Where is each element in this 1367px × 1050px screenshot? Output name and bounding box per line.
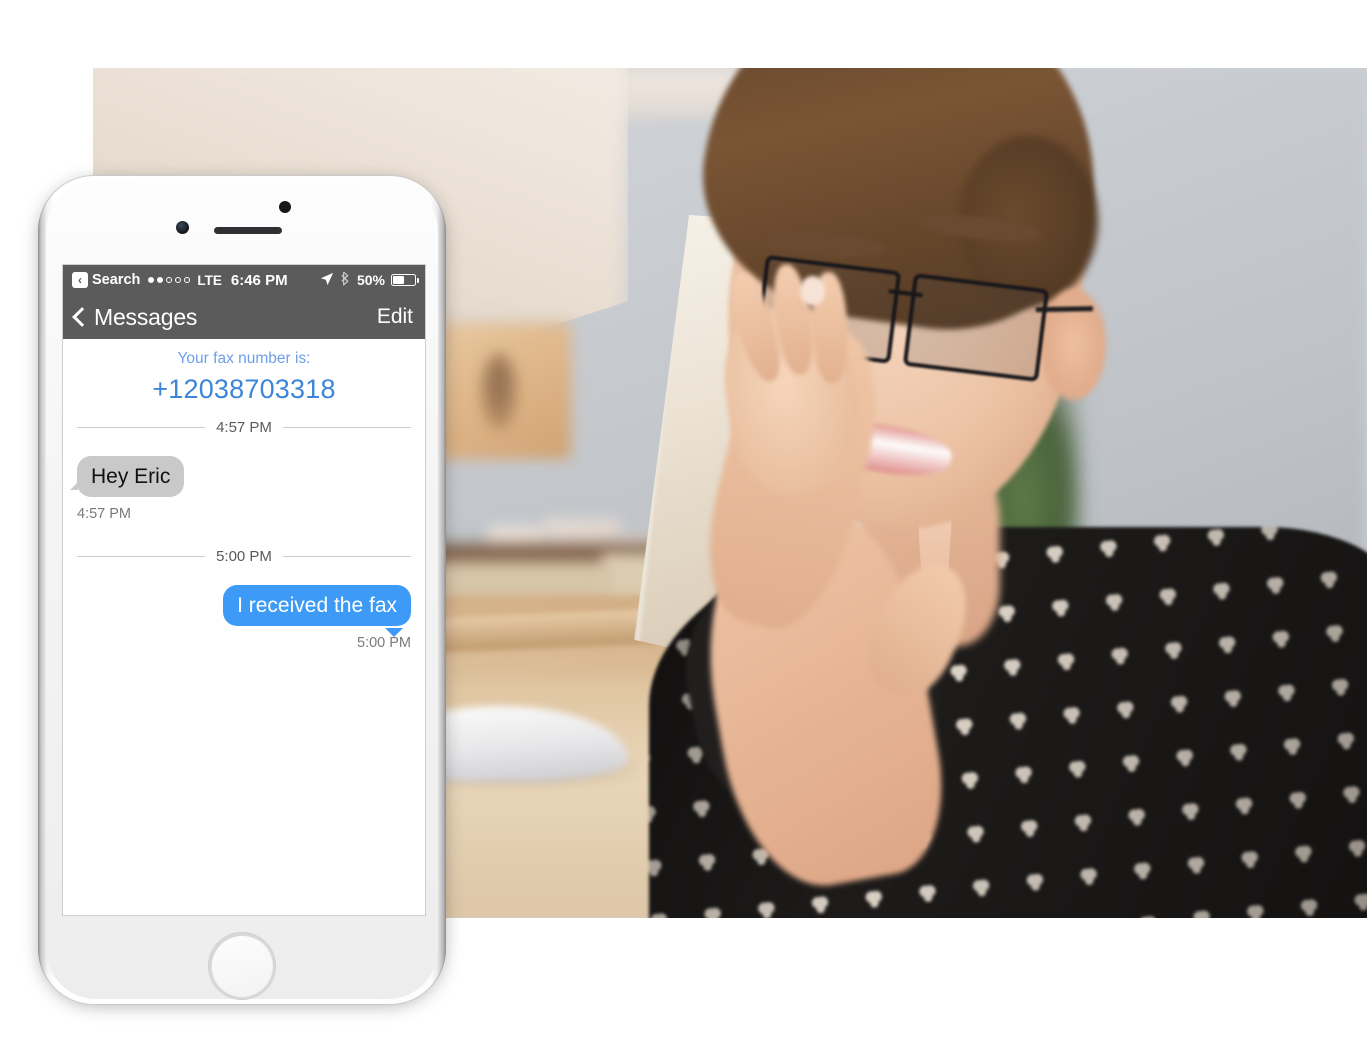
lens-right <box>902 273 1050 383</box>
wall-picture-frame-1 <box>430 323 571 459</box>
message-timestamp: 5:00 PM <box>357 635 411 652</box>
status-back-icon[interactable]: ‹ <box>72 272 88 288</box>
back-to-messages-button[interactable]: Messages <box>72 303 198 331</box>
message-row-outgoing: I received the fax <box>77 585 411 638</box>
front-camera-icon <box>176 221 189 234</box>
smartphone-mockup: ‹ Search LTE 6:46 PM 50% Messages Edit Y… <box>38 175 446 1005</box>
status-time: 6:46 PM <box>230 271 288 289</box>
divider-time: 4:57 PM <box>216 419 272 436</box>
bluetooth-icon <box>340 271 351 289</box>
phone-screen: ‹ Search LTE 6:46 PM 50% Messages Edit Y… <box>63 265 425 915</box>
proximity-sensor-icon <box>279 201 291 213</box>
edit-button[interactable]: Edit <box>377 305 413 329</box>
nav-bar: Messages Edit <box>63 295 425 339</box>
chevron-left-icon <box>72 307 92 327</box>
fax-number-label: Your fax number is: <box>177 350 311 367</box>
divider-line-left <box>77 556 206 558</box>
message-bubble[interactable]: I received the fax <box>223 585 411 638</box>
status-network-label: LTE <box>197 272 222 288</box>
fax-number-value[interactable]: +12038703318 <box>77 374 411 405</box>
time-divider: 4:57 PM <box>77 419 411 436</box>
divider-line-right <box>282 556 411 558</box>
battery-percent-label: 50% <box>356 272 385 288</box>
divider-line-left <box>77 427 206 428</box>
fingernail <box>800 276 825 306</box>
time-divider: 5:00 PM <box>77 548 411 565</box>
status-bar: ‹ Search LTE 6:46 PM 50% <box>63 265 425 295</box>
home-button[interactable] <box>209 933 275 999</box>
nav-title: Messages <box>94 303 198 330</box>
earpiece-speaker <box>214 227 282 234</box>
status-right-group: 50% <box>320 271 419 289</box>
woman-subject <box>552 68 1367 918</box>
message-row-incoming: Hey Eric <box>69 456 411 498</box>
message-bubble[interactable]: Hey Eric <box>69 456 185 498</box>
divider-line-right <box>282 427 411 428</box>
location-arrow-icon <box>320 272 334 289</box>
status-carrier-label: Search <box>92 272 141 288</box>
message-timestamp: 4:57 PM <box>77 506 131 523</box>
signal-strength-icon <box>148 277 191 283</box>
battery-icon <box>391 274 419 286</box>
divider-time: 5:00 PM <box>216 548 272 566</box>
conversation-area: Your fax number is: +12038703318 4:57 PM… <box>63 339 425 915</box>
